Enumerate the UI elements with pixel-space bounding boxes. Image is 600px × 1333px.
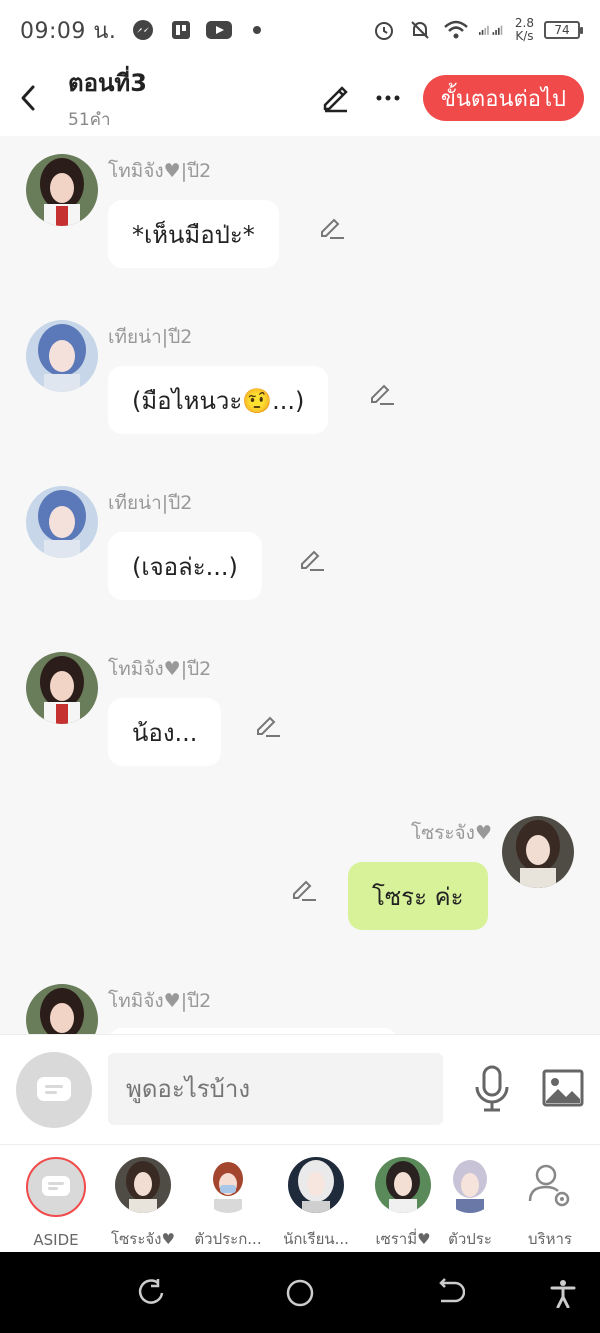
avatar[interactable]: [26, 984, 98, 1034]
message-bubble[interactable]: (มือไหนวะ🤨...): [108, 366, 329, 434]
sender-name: โทมิจัง♥|ปี2: [108, 990, 212, 1012]
character-label: ASIDE: [33, 1231, 79, 1249]
chat-bubble-icon: [42, 1176, 70, 1196]
aside-avatar: [26, 1157, 86, 1217]
more-dots-icon: [376, 95, 400, 101]
character-selector: ASIDE โซระจัง♥ ตัวประก... นักเรียน... เซ…: [0, 1144, 600, 1252]
character-avatar: [442, 1157, 498, 1213]
status-time: 09:09 น.: [20, 18, 117, 44]
manage-icon-wrap: [522, 1157, 578, 1213]
sender-name: โทมิจัง♥|ปี2: [108, 160, 212, 182]
message-input[interactable]: [108, 1053, 443, 1125]
user-settings-icon: [528, 1164, 570, 1207]
character-label: บริหาร: [528, 1230, 572, 1248]
word-count: 51คำ: [68, 110, 111, 130]
pencil-icon: [323, 86, 348, 113]
app-header: ตอนที่3 51คำ ขั้นตอนต่อไป: [0, 60, 600, 136]
home-icon[interactable]: [285, 1278, 315, 1308]
edit-message-icon[interactable]: [318, 212, 346, 240]
image-upload-icon[interactable]: [542, 1069, 584, 1109]
edit-message-icon[interactable]: [254, 710, 282, 738]
next-step-button[interactable]: ขั้นตอนต่อไป: [422, 75, 584, 121]
sender-name: โซระจัง♥: [411, 822, 492, 844]
character-label: นักเรียน...: [283, 1230, 349, 1248]
character-item[interactable]: ตัวประก...: [188, 1157, 268, 1251]
character-label: ตัวประก...: [194, 1230, 262, 1248]
chat-bubble-icon: [37, 1077, 71, 1101]
dot-icon: [244, 17, 270, 43]
character-label: ตัวประ: [448, 1230, 492, 1248]
character-item[interactable]: นักเรียน...: [276, 1157, 356, 1251]
character-item[interactable]: ตัวประ: [438, 1157, 502, 1251]
more-options-button[interactable]: [371, 81, 405, 115]
episode-title: ตอนที่3: [68, 69, 147, 97]
wifi-icon: [443, 17, 469, 43]
messenger-icon: [130, 17, 156, 43]
my-message-bubble[interactable]: โซระ ค่ะ: [348, 862, 488, 930]
message-bubble[interactable]: *เห็นมือป่ะ*: [108, 200, 279, 268]
character-label: โซระจัง♥: [111, 1230, 175, 1248]
chevron-left-icon: [21, 85, 35, 111]
status-bar: 09:09 น. 2.8 K/s 74: [0, 0, 600, 60]
youtube-icon: [206, 17, 233, 43]
battery-indicator: 74: [544, 21, 583, 39]
edit-message-icon[interactable]: [368, 378, 396, 406]
app-icon: [168, 17, 194, 43]
character-avatar: [200, 1157, 256, 1213]
back-nav-icon[interactable]: [435, 1278, 465, 1308]
signal-icon: [478, 17, 505, 43]
alarm-icon: [371, 17, 397, 43]
back-button[interactable]: [16, 78, 40, 118]
aside-toggle-button[interactable]: [16, 1052, 92, 1128]
recent-apps-icon[interactable]: [136, 1278, 166, 1308]
avatar[interactable]: [502, 816, 574, 888]
sender-name: เทียน่า|ปี2: [108, 492, 193, 514]
message-bubble[interactable]: (เจอล่ะ...): [108, 532, 262, 600]
character-avatar: [375, 1157, 431, 1213]
avatar[interactable]: [26, 154, 98, 226]
character-item[interactable]: โซระจัง♥: [103, 1157, 183, 1251]
character-avatar: [115, 1157, 171, 1213]
edit-title-button[interactable]: [319, 81, 353, 115]
sender-name: เทียน่า|ปี2: [108, 326, 193, 348]
avatar[interactable]: [26, 652, 98, 724]
message-bubble[interactable]: น้อง...: [108, 698, 222, 766]
avatar[interactable]: [26, 486, 98, 558]
chat-area[interactable]: โทมิจัง♥|ปี2 *เห็นมือป่ะ* เทียน่า|ปี2 (ม…: [0, 136, 600, 1034]
mute-bell-icon: [407, 17, 433, 43]
character-label: เซรามี่♥: [375, 1230, 431, 1248]
accessibility-icon[interactable]: [548, 1278, 578, 1308]
system-nav-bar: [0, 1252, 600, 1333]
net-speed: 2.8 K/s: [514, 16, 534, 43]
character-item[interactable]: เซรามี่♥: [363, 1157, 443, 1251]
sender-name: โทมิจัง♥|ปี2: [108, 658, 212, 680]
character-aside[interactable]: ASIDE: [16, 1157, 96, 1249]
avatar[interactable]: [26, 320, 98, 392]
edit-message-icon[interactable]: [290, 874, 318, 902]
message-input-bar: [0, 1034, 600, 1144]
character-avatar: [288, 1157, 344, 1213]
microphone-icon[interactable]: [472, 1065, 512, 1113]
edit-message-icon[interactable]: [298, 544, 326, 572]
manage-characters-button[interactable]: บริหาร: [510, 1157, 590, 1251]
